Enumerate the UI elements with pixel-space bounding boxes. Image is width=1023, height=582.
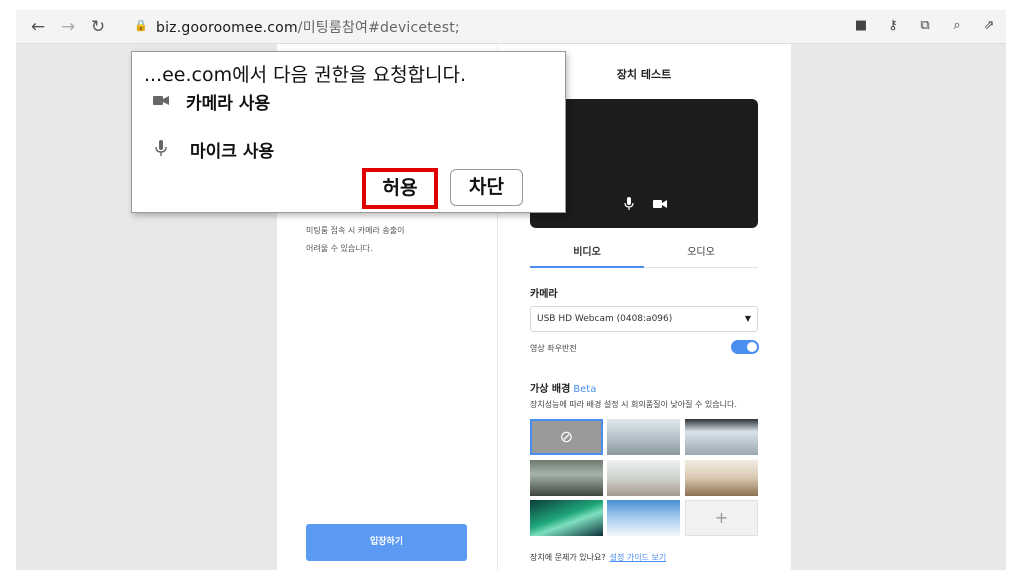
background-tile-window-room[interactable] [685,419,758,455]
camera-select-value: USB HD Webcam (0408:a096) [537,314,673,324]
chevron-down-icon: ▼ [744,314,751,323]
permission-popup: ...ee.com에서 다음 권한을 요청합니다. 카메라 사용 마이크 사용 … [131,51,566,213]
camera-icon[interactable] [651,197,669,215]
toggle-knob [747,342,757,352]
background-tile-sky[interactable] [607,500,680,536]
url-text: biz.gooroomee.com/미팅룸참여#devicetest; [156,17,460,37]
share-icon[interactable]: ⇗ [980,16,998,36]
permission-camera-label: 카메라 사용 [186,94,271,114]
enter-button[interactable]: 입장하기 [306,524,467,561]
background-tile-shelf-room[interactable] [685,460,758,496]
back-icon[interactable]: ← [28,17,48,37]
allow-button[interactable]: 허용 [362,168,438,209]
permission-microphone-row: 마이크 사용 [150,137,274,162]
reload-icon[interactable]: ↻ [88,17,108,37]
url-path: /미팅룸참여#devicetest; [297,20,460,36]
camera-icon[interactable]: ■ [852,16,870,36]
camera-select[interactable]: USB HD Webcam (0408:a096) ▼ [530,306,758,332]
open-external-icon[interactable]: ⧉ [916,16,934,36]
background-none-tile[interactable]: ⊘ [530,419,603,455]
background-tile-aurora[interactable] [530,500,603,536]
browser-toolbar: ← → ↻ 🔒 biz.gooroomee.com/미팅룸참여#devicete… [16,10,1006,44]
tab-divider [644,267,758,268]
background-tile-bright-room[interactable] [607,460,680,496]
lock-icon[interactable]: 🔒 [134,19,150,35]
background-tile-living-room[interactable] [530,460,603,496]
permission-camera-row: 카메라 사용 [150,89,270,114]
key-icon[interactable]: ⚷ [884,16,902,36]
virtual-background-description: 장치성능에 따라 배경 설정 시 회의품질이 낮아질 수 있습니다. [530,400,737,409]
virtual-background-label: 가상 배경 [530,384,571,395]
zoom-icon[interactable]: ⌕ [948,16,966,36]
no-background-icon: ⊘ [559,427,574,446]
forward-icon[interactable]: → [58,17,78,37]
settings-guide-link[interactable]: 설정 가이드 보기 [610,553,667,562]
background-tile-blur-office[interactable] [607,419,680,455]
camera-label: 카메라 [530,289,558,300]
active-tab-indicator [530,266,644,268]
microphone-icon[interactable] [620,197,638,215]
block-button[interactable]: 차단 [450,169,523,206]
left-panel-line: 미팅룸 접속 시 카메라 송출이 [306,226,405,235]
permission-popup-title: ...ee.com에서 다음 권한을 요청합니다. [144,64,467,86]
tab-video[interactable]: 비디오 [530,243,644,258]
permission-microphone-label: 마이크 사용 [190,142,275,162]
url-host: biz.gooroomee.com [156,20,298,36]
tab-audio[interactable]: 오디오 [644,243,758,258]
mirror-label: 영상 좌우반전 [530,344,577,353]
camera-icon [150,92,172,112]
help-line: 장치에 문제가 있나요? 설정 가이드 보기 [530,552,666,563]
help-text: 장치에 문제가 있나요? [530,553,606,562]
toolbar-icons: ■ ⚷ ⧉ ⌕ ⇗ [852,16,998,36]
screenshot-frame: ← → ↻ 🔒 biz.gooroomee.com/미팅룸참여#devicete… [0,0,1023,582]
beta-badge: Beta [573,384,597,395]
mirror-toggle[interactable] [731,340,759,354]
address-bar[interactable]: 🔒 biz.gooroomee.com/미팅룸참여#devicetest; [116,13,876,41]
left-panel-line: 어려울 수 있습니다. [306,244,373,253]
virtual-background-title: 가상 배경 Beta [530,380,596,395]
plus-icon: + [714,508,729,527]
microphone-icon [150,139,172,160]
add-background-button[interactable]: + [685,500,758,536]
